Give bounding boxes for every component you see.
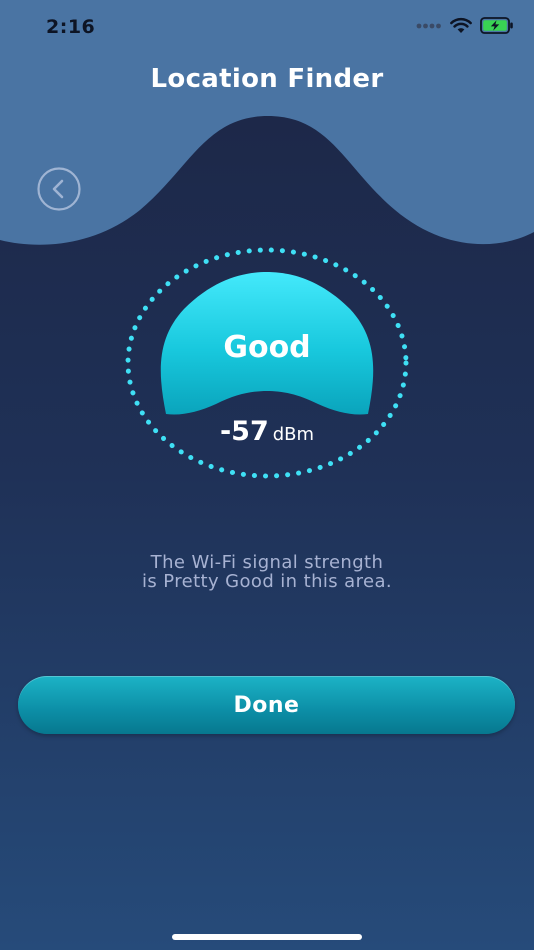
signal-message: The Wi-Fi signal strength is Pretty Good…	[60, 553, 474, 591]
signal-value: -57	[219, 416, 269, 447]
status-time: 2:16	[46, 16, 96, 38]
done-button[interactable]: Done	[18, 676, 515, 734]
page-title: Location Finder	[150, 64, 384, 94]
wifi-icon	[450, 17, 472, 33]
status-icons	[416, 17, 514, 34]
signal-unit: dBm	[272, 424, 315, 445]
signal-quality-label: Good	[223, 330, 311, 365]
battery-charging-icon	[480, 17, 513, 34]
signal-message-line-2: is Pretty Good in this area.	[141, 571, 393, 592]
chevron-left-icon	[37, 167, 81, 211]
signal-dots-icon	[416, 23, 441, 28]
screen: 2:16 Location Finder Good -57 dBm The Wi…	[0, 0, 534, 950]
signal-message-line-1: The Wi-Fi signal strength	[150, 552, 384, 573]
back-button[interactable]	[37, 167, 81, 211]
home-indicator[interactable]	[172, 934, 362, 940]
signal-readout: -57 dBm	[167, 416, 367, 447]
status-bar: 2:16	[0, 0, 534, 54]
